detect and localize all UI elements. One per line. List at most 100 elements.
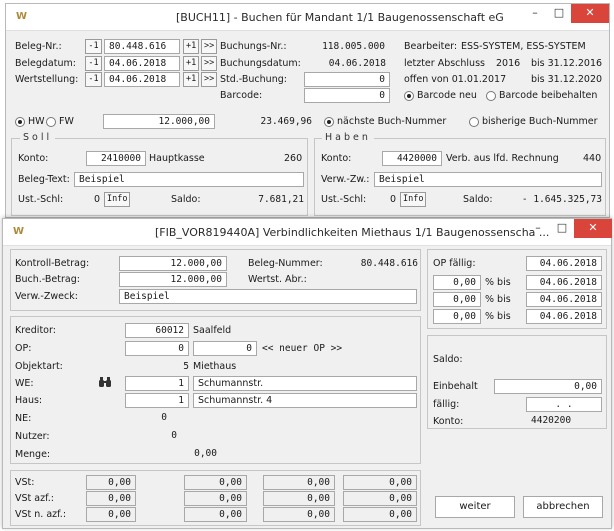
maximize-button[interactable]: □ [547,4,571,23]
op-input-1[interactable]: 0 [125,341,189,356]
neuer-op-label: << neuer OP >> [262,343,343,354]
naechste-buch-nummer-radio[interactable] [324,117,334,127]
skonto1-date-input[interactable]: 04.06.2018 [526,275,602,290]
skonto1-amount-input[interactable]: 0,00 [433,275,481,290]
soll-konto-input[interactable]: 2410000 [86,151,146,166]
konto-value: 4420200 [531,415,572,426]
faellig-input[interactable]: . . [526,397,602,412]
barcode-input[interactable]: 0 [304,88,390,103]
beleg-nr-next-button[interactable]: >> [201,39,217,54]
we-name-field: Schumannstr. [193,376,417,391]
app-logo: W [16,11,28,22]
close-button[interactable]: ✕ [574,219,612,238]
amount-converted: 23.469,96 [260,116,312,127]
abschluss-label: letzter Abschluss [404,58,485,69]
beleg-nr-minus-button[interactable]: -1 [85,39,102,54]
beleg-nummer-value: 80.448.616 [360,258,418,269]
barcode-neu-radio[interactable] [404,91,414,101]
bearbeiter-label: Bearbeiter: [404,41,458,52]
wertstellung-next-button[interactable]: >> [201,72,217,87]
einbehalt-input[interactable]: 0,00 [494,379,602,394]
kreditor-name: Saalfeld [193,325,232,336]
beleg-nr-plus-button[interactable]: +1 [183,39,199,54]
wertstellung-input[interactable]: 04.06.2018 [104,72,180,87]
abbrechen-button[interactable]: abbrechen [523,496,603,518]
naechste-buch-nummer-label[interactable]: nächste Buch-Nummer [337,116,446,127]
belegdatum-next-button[interactable]: >> [201,56,217,71]
wertstellung-label: Wertstellung: [15,74,79,85]
haben-konto-code: 440 [583,153,602,164]
vst-value-2: 0,00 [184,475,247,490]
wertstellung-plus-button[interactable]: +1 [183,72,199,87]
soll-ust-label: Ust.-Schl: [18,194,64,205]
vst-n-azf-value-3: 0,00 [263,507,335,522]
soll-info-button[interactable]: Info [104,192,130,207]
fw-label[interactable]: FW [59,116,74,127]
konto-label: Konto: [433,416,464,427]
verbindlichkeiten-window: W [FIB_VOR819440A] Verbindlichkeiten Mie… [2,218,612,529]
op-faellig-input[interactable]: 04.06.2018 [526,256,602,271]
soll-ust-value: 0 [94,194,101,205]
binoculars-icon[interactable] [98,375,112,389]
skonto3-amount-input[interactable]: 0,00 [433,309,481,324]
bisherige-buch-nummer-label[interactable]: bisherige Buch-Nummer [482,116,598,127]
minimize-button[interactable]: – [526,219,550,238]
kontroll-betrag-label: Kontroll-Betrag: [15,258,90,269]
skonto2-label: % bis [485,294,511,305]
verw-zweck-input[interactable]: Beispiel [119,289,417,304]
haben-info-button[interactable]: Info [400,192,426,207]
maximize-button[interactable]: □ [550,219,574,238]
we-input[interactable]: 1 [125,376,189,391]
close-button[interactable]: ✕ [571,4,609,23]
buchungs-nr-field: 118.005.000 [304,39,390,54]
window-title: [FIB_VOR819440A] Verbindlichkeiten Mieth… [155,226,550,239]
std-buchung-label: Std.-Buchung: [220,74,287,85]
belegdatum-plus-button[interactable]: +1 [183,56,199,71]
objektart-value: 5 [183,361,189,372]
haben-konto-label: Konto: [321,153,352,164]
buchungs-nr-label: Buchungs-Nr.: [220,41,287,52]
haus-input[interactable]: 1 [125,393,189,408]
minimize-button[interactable]: – [523,4,547,23]
skonto2-date-input[interactable]: 04.06.2018 [526,292,602,307]
wertstellung-minus-button[interactable]: -1 [85,72,102,87]
bisherige-buch-nummer-radio[interactable] [469,117,479,127]
haben-caption: Haben [322,132,374,143]
weiter-button[interactable]: weiter [435,496,515,518]
wertst-abr-value [325,272,418,287]
amount-input[interactable]: 12.000,00 [103,114,215,129]
ne-value: 0 [161,412,167,423]
soll-konto-code: 260 [284,153,303,164]
soll-text-input[interactable]: Beispiel [74,172,304,187]
fw-radio[interactable] [46,117,56,127]
barcode-beibehalten-label[interactable]: Barcode beibehalten [499,90,597,101]
buch-betrag-input[interactable]: 12.000,00 [119,272,227,287]
barcode-beibehalten-radio[interactable] [486,91,496,101]
haben-konto-name: Verb. aus lfd. Rechnung [446,153,559,164]
vst-azf-value-2: 0,00 [184,491,247,506]
belegdatum-minus-button[interactable]: -1 [85,56,102,71]
haben-konto-input[interactable]: 4420000 [382,151,442,166]
haben-text-input[interactable]: Beispiel [374,172,602,187]
bearbeiter-value: ESS-SYSTEM, ESS-SYSTEM [461,41,586,52]
haben-text-label: Verw.-Zw.: [321,174,370,185]
belegdatum-input[interactable]: 04.06.2018 [104,56,180,71]
vst-value-3: 0,00 [263,475,335,490]
kontroll-betrag-input[interactable]: 12.000,00 [119,256,227,271]
op-input-2[interactable]: 0 [193,341,257,356]
kreditor-input[interactable]: 60012 [125,323,189,338]
vst-azf-label: VSt azf.: [15,493,54,504]
nutzer-label: Nutzer: [15,431,50,442]
faellig-label: fällig: [433,399,460,410]
std-buchung-input[interactable]: 0 [304,72,390,87]
hw-radio[interactable] [15,117,25,127]
vst-label: VSt: [15,477,35,488]
objektart-name: Miethaus [193,361,237,372]
hw-label[interactable]: HW [28,116,45,127]
skonto3-date-input[interactable]: 04.06.2018 [526,309,602,324]
haus-name-field: Schumannstr. 4 [193,393,417,408]
beleg-nr-input[interactable]: 80.448.616 [104,39,180,54]
barcode-neu-label[interactable]: Barcode neu [417,90,477,101]
haben-ust-value: 0 [390,194,397,205]
skonto2-amount-input[interactable]: 0,00 [433,292,481,307]
